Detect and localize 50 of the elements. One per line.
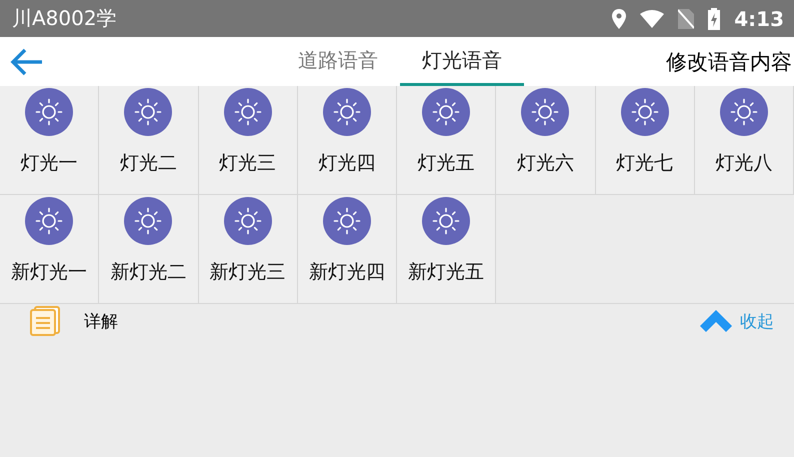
light-label: 新灯光三 [210,260,286,285]
light-item[interactable]: 灯光二 [99,86,198,195]
sun-icon [25,197,74,245]
light-item[interactable]: 新灯光二 [99,195,198,304]
light-label: 新灯光二 [110,260,186,285]
sun-icon [124,197,172,245]
sun-icon [224,197,272,245]
sun-icon [124,88,172,136]
sun-icon [521,88,570,136]
no-sim-icon [678,8,694,28]
light-label: 灯光六 [516,151,574,176]
sun-icon [25,88,74,136]
light-item[interactable]: 灯光五 [397,86,496,195]
sun-icon [720,88,768,136]
light-label: 灯光七 [616,151,674,176]
sun-icon [322,88,371,136]
light-item[interactable]: 灯光六 [496,86,596,195]
sun-icon [422,88,470,136]
light-label: 灯光五 [418,151,475,176]
back-arrow-icon [10,48,44,76]
light-label: 灯光一 [20,151,78,176]
status-title: 川A8002学 [12,5,118,32]
light-label: 灯光八 [715,151,772,176]
light-label: 灯光三 [219,151,276,176]
light-item[interactable]: 新灯光一 [0,195,100,304]
light-item[interactable]: 新灯光三 [198,195,298,304]
light-item[interactable]: 新灯光四 [298,195,397,304]
sun-icon [224,88,272,136]
sun-icon [422,197,470,245]
edit-voice-button[interactable]: 修改语音内容 [666,37,794,86]
light-item[interactable]: 灯光一 [0,86,100,195]
light-label: 灯光二 [120,151,177,176]
status-time: 4:13 [734,6,784,30]
light-item[interactable]: 灯光七 [596,86,695,195]
light-label: 新灯光一 [11,260,88,285]
details-label: 详解 [84,310,118,332]
light-item[interactable]: 新灯光五 [397,195,496,304]
sun-icon [620,88,669,136]
light-label: 新灯光五 [408,260,484,285]
wifi-icon [640,10,664,28]
tab[interactable]: 道路语音 [276,37,400,86]
light-label: 灯光四 [318,151,376,176]
sun-icon [322,197,371,245]
light-item[interactable]: 灯光八 [694,86,794,195]
light-item[interactable]: 灯光四 [298,86,397,195]
document-icon [30,306,60,336]
location-icon [612,8,626,28]
light-label: 新灯光四 [308,260,385,285]
battery-icon [708,8,720,30]
light-item[interactable]: 灯光三 [198,86,298,195]
